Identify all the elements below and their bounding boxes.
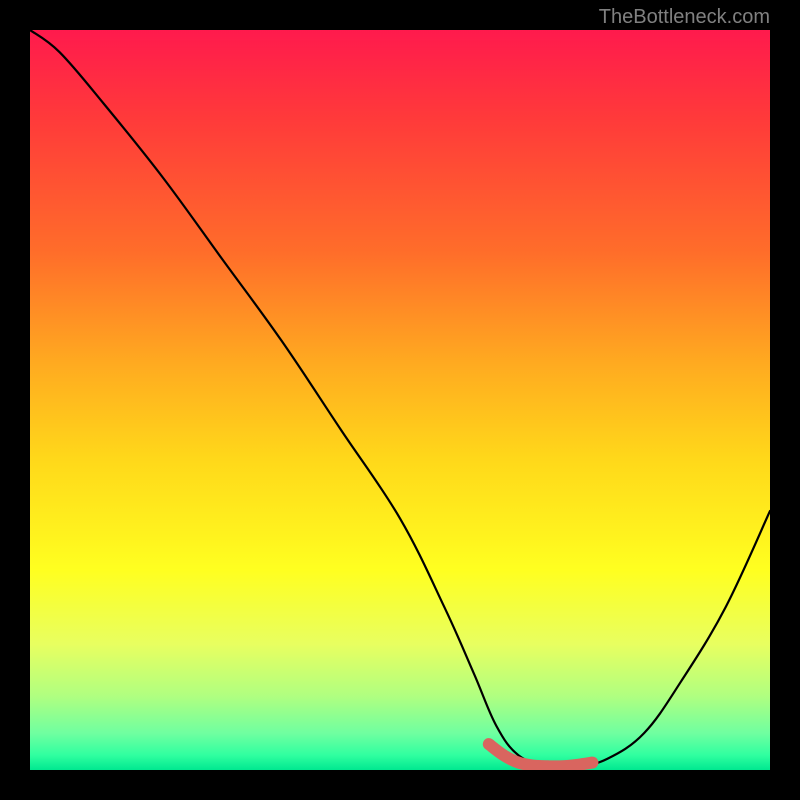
watermark-text: TheBottleneck.com [599, 6, 770, 29]
optimal-range-highlight [489, 744, 593, 766]
plot-area [30, 30, 770, 770]
chart-container: TheBottleneck.com [0, 0, 800, 800]
bottleneck-curve [30, 30, 770, 768]
chart-svg [30, 30, 770, 770]
